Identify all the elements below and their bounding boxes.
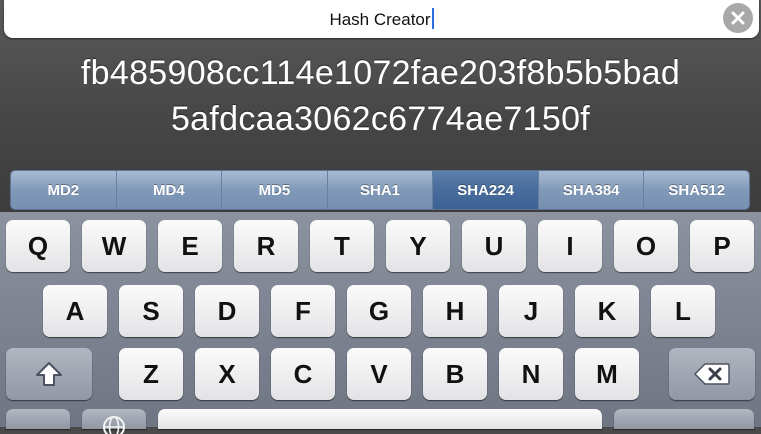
key-y[interactable]: Y	[386, 220, 450, 272]
clear-icon	[731, 11, 745, 25]
key-a[interactable]: A	[43, 285, 107, 337]
numbers-key[interactable]	[6, 409, 70, 429]
key-h[interactable]: H	[423, 285, 487, 337]
algorithm-segmented-control: MD2 MD4 MD5 SHA1 SHA224 SHA384 SHA512	[10, 170, 750, 210]
search-bar[interactable]: Hash Creator	[4, 0, 759, 38]
delete-icon	[694, 363, 730, 385]
segment-md2[interactable]: MD2	[11, 171, 117, 209]
segment-sha1[interactable]: SHA1	[327, 171, 434, 209]
key-e[interactable]: E	[158, 220, 222, 272]
globe-key[interactable]	[82, 409, 146, 434]
keyboard: Q W E R T Y U I O P A S D F G H J K L Z …	[0, 212, 761, 434]
key-z[interactable]: Z	[119, 348, 183, 400]
shift-key[interactable]	[6, 348, 92, 400]
clear-button[interactable]	[723, 3, 753, 33]
key-c[interactable]: C	[271, 348, 335, 400]
delete-key[interactable]	[669, 348, 755, 400]
key-w[interactable]: W	[82, 220, 146, 272]
segment-sha224[interactable]: SHA224	[433, 171, 539, 209]
key-x[interactable]: X	[195, 348, 259, 400]
key-q[interactable]: Q	[6, 220, 70, 272]
key-g[interactable]: G	[347, 285, 411, 337]
space-key[interactable]	[158, 409, 602, 429]
search-input[interactable]: Hash Creator	[4, 8, 759, 30]
key-r[interactable]: R	[234, 220, 298, 272]
key-b[interactable]: B	[423, 348, 487, 400]
return-key[interactable]	[614, 409, 754, 429]
key-v[interactable]: V	[347, 348, 411, 400]
hash-output-line-1: fb485908cc114e1072fae203f8b5b5bad	[80, 54, 681, 92]
key-d[interactable]: D	[195, 285, 259, 337]
text-caret	[431, 8, 434, 29]
key-l[interactable]: L	[651, 285, 715, 337]
search-text: Hash Creator	[329, 10, 431, 29]
key-u[interactable]: U	[462, 220, 526, 272]
key-t[interactable]: T	[310, 220, 374, 272]
key-m[interactable]: M	[575, 348, 639, 400]
hash-output-line-2: 5afdcaa3062c6774ae7150f	[170, 100, 591, 138]
globe-icon	[103, 416, 125, 434]
key-n[interactable]: N	[499, 348, 563, 400]
key-k[interactable]: K	[575, 285, 639, 337]
key-p[interactable]: P	[690, 220, 754, 272]
segment-sha512[interactable]: SHA512	[644, 171, 749, 209]
key-f[interactable]: F	[271, 285, 335, 337]
shift-icon	[36, 362, 62, 386]
key-s[interactable]: S	[119, 285, 183, 337]
segment-sha384[interactable]: SHA384	[538, 171, 645, 209]
content-area: Hash Creator fb485908cc114e1072fae203f8b…	[0, 0, 761, 212]
segment-md4[interactable]: MD4	[116, 171, 223, 209]
segment-md5[interactable]: MD5	[222, 171, 328, 209]
key-j[interactable]: J	[499, 285, 563, 337]
key-o[interactable]: O	[614, 220, 678, 272]
key-i[interactable]: I	[538, 220, 602, 272]
